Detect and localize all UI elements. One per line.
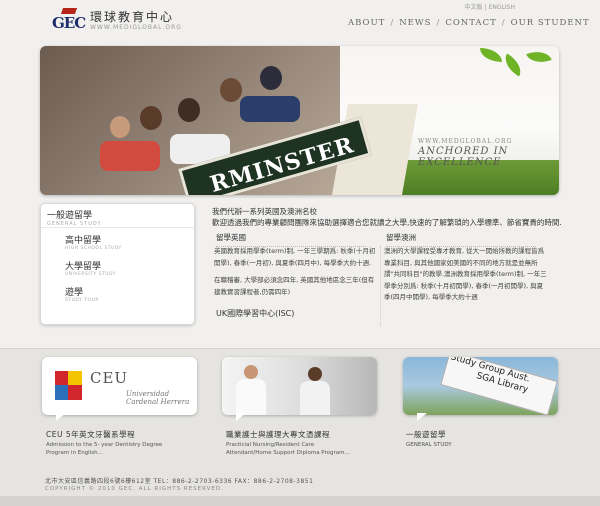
- card-study-group-desc-line1: GENERAL STUDY: [406, 442, 452, 448]
- card-nursing-title[interactable]: 職業護士與護理大專文憑課程: [226, 429, 330, 440]
- nav-news[interactable]: NEWS: [399, 18, 431, 28]
- student-head: [260, 66, 282, 90]
- hero-url: WWW.MEDGLOBAL.ORG: [418, 138, 513, 145]
- ceu-logo-quadrant: [68, 371, 82, 386]
- site-logo[interactable]: GEC 環球教育中心 WWW.MEDIGLOBAL.ORG: [52, 8, 182, 34]
- ceu-logo-quadrant: [55, 371, 69, 386]
- lang-separator: |: [484, 4, 487, 11]
- card-ceu-desc-line1: Admission to the 5- year Dentistry Degre…: [46, 442, 163, 448]
- hero-banner: RMINSTER WWW.MEDGLOBAL.ORG ANCHORED IN E…: [40, 46, 559, 195]
- footer-copyright: COPYRIGHT © 2010 GEC. ALL RIGHTS RESERVE…: [45, 486, 224, 492]
- isc-link[interactable]: UK國際學習中心(ISC): [216, 308, 294, 319]
- column-divider: [380, 246, 381, 326]
- sidebar-item-label: 遊學: [65, 288, 84, 298]
- card-ceu-title[interactable]: CEU 5年英文牙醫系學程: [46, 429, 135, 440]
- logo-url: WWW.MEDIGLOBAL.ORG: [90, 23, 182, 31]
- ceu-logo-quadrant: [55, 385, 69, 400]
- sidebar-item-sublabel: HIGH SCHOOL STUDY: [65, 246, 122, 251]
- sidebar-item-sublabel: STUDY TOUR: [65, 298, 100, 303]
- sidebar-item-label: 高中留學: [65, 236, 102, 246]
- ceu-logo-text: CEU: [90, 369, 129, 387]
- au-section-title: 留學澳洲: [386, 232, 536, 247]
- footer-strip: [0, 496, 600, 506]
- feature-card-nursing[interactable]: [222, 357, 377, 415]
- card-ceu-desc: Admission to the 5- year Dentistry Degre…: [46, 441, 162, 457]
- nurse-head: [244, 365, 258, 379]
- nav-our-student[interactable]: OUR STUDENT: [511, 18, 590, 28]
- student-head: [178, 98, 200, 122]
- uk-title-text: 留學英國: [216, 233, 246, 242]
- student-head: [110, 116, 130, 138]
- nurse-head: [308, 367, 322, 381]
- student-body: [100, 141, 160, 171]
- hero-tagline: ANCHORED IN EXCELLENCE: [418, 146, 509, 168]
- card-study-group-desc: GENERAL STUDY: [406, 441, 452, 449]
- ceu-logo-subtext: Universidad Cardenal Herrera: [126, 390, 189, 406]
- au-paragraph: 澳洲的大學課程受專才教育, 從大一開始所教的課程皆爲專業科目, 與其他國家如美國…: [384, 247, 547, 301]
- student-body: [240, 96, 300, 122]
- uk-section-title: 留學英國: [216, 232, 366, 247]
- uk-paragraph-2: 在職稽審, 大學部必須念四年, 英國其他地區念三年(但有建教實習課程者,仍需四年…: [214, 276, 375, 296]
- nav-separator: /: [390, 18, 395, 28]
- footer-address: 北市大安區信義路四段6號6樓612室 TEL：886-2-2703-6336 F…: [45, 478, 314, 485]
- nav-about[interactable]: ABOUT: [348, 18, 385, 28]
- card-ceu-desc-line2: Program in English...: [46, 450, 103, 456]
- card-nursing-desc-line1: Practicial Nursing/Resident Care: [226, 442, 315, 448]
- nav-separator: /: [436, 18, 441, 28]
- student-head: [140, 106, 162, 130]
- au-section-text: 澳洲的大學課程受專才教育, 從大一開始所教的課程皆爲專業科目, 與其他國家如美國…: [384, 246, 548, 304]
- nurse-body: [236, 379, 266, 415]
- feature-card-study-group[interactable]: Study Group Aust. SGA Library: [403, 357, 558, 415]
- logo-letters: GEC: [52, 14, 86, 32]
- sidebar-item-university[interactable]: 大學留學 UNIVERSITY STUDY: [41, 254, 194, 280]
- main-nav: ABOUT / NEWS / CONTACT / OUR STUDENT: [348, 18, 590, 28]
- logo-title: 環球教育中心: [90, 9, 175, 24]
- site-header: GEC 環球教育中心 WWW.MEDIGLOBAL.ORG 中文版 | ENGLIS…: [0, 0, 600, 40]
- intro-line-1: 我們代辦一系列英國及澳洲名校: [212, 207, 317, 216]
- sidebar-subtitle: GENERAL STUDY: [47, 221, 102, 227]
- nav-separator: /: [501, 18, 506, 28]
- uk-section-text: 英國教育採用學季(term)制, 一年三學期爲: 秋季(十月初開學), 春季(一…: [214, 246, 378, 298]
- nurse-body: [300, 381, 330, 415]
- sidebar-item-study-tour[interactable]: 遊學 STUDY TOUR: [41, 280, 194, 306]
- au-title-text: 留學澳洲: [386, 233, 416, 242]
- intro-line-2: 歡迎透過我們的專業顧問團隊來協助選擇適合您就讀之大學,快速的了解繁瑣的入學標準、…: [212, 218, 562, 227]
- sidebar-header[interactable]: 一般遊留學 GENERAL STUDY: [41, 204, 194, 228]
- feature-card-ceu[interactable]: CEU Universidad Cardenal Herrera: [42, 357, 197, 415]
- sidebar-item-label: 大學留學: [65, 262, 102, 272]
- sidebar-item-sublabel: UNIVERSITY STUDY: [65, 272, 117, 277]
- student-head: [220, 78, 242, 102]
- card-nursing-desc-line2: Attendant/Home Support Diploma Program..…: [226, 450, 350, 456]
- logo-mark: GEC: [52, 8, 86, 32]
- ceu-logo-sub2: Cardenal Herrera: [126, 398, 190, 406]
- ceu-logo-quadrant: [68, 385, 82, 400]
- sidebar-menu: 一般遊留學 GENERAL STUDY 高中留學 HIGH SCHOOL STU…: [40, 203, 195, 325]
- lang-zh-link[interactable]: 中文版: [465, 4, 483, 11]
- language-switcher: 中文版 | ENGLISH: [464, 2, 516, 11]
- uk-paragraph-1: 英國教育採用學季(term)制, 一年三學期爲: 秋季(十月初開學), 春季(一…: [214, 247, 376, 267]
- card-study-group-title[interactable]: 一般遊留學: [406, 429, 446, 440]
- lang-en-link[interactable]: ENGLISH: [489, 4, 515, 11]
- intro-text: 我們代辦一系列英國及澳洲名校 歡迎透過我們的專業顧問團隊來協助選擇適合您就讀之大…: [212, 206, 562, 228]
- nav-contact[interactable]: CONTACT: [445, 18, 496, 28]
- ceu-logo-sub1: Universidad: [126, 390, 170, 398]
- sidebar-item-high-school[interactable]: 高中留學 HIGH SCHOOL STUDY: [41, 228, 194, 254]
- ceu-logo-icon: [53, 369, 82, 400]
- card-nursing-desc: Practicial Nursing/Resident Care Attenda…: [226, 441, 350, 457]
- logo-text: 環球教育中心 WWW.MEDIGLOBAL.ORG: [90, 9, 182, 32]
- sidebar-title: 一般遊留學: [47, 211, 93, 221]
